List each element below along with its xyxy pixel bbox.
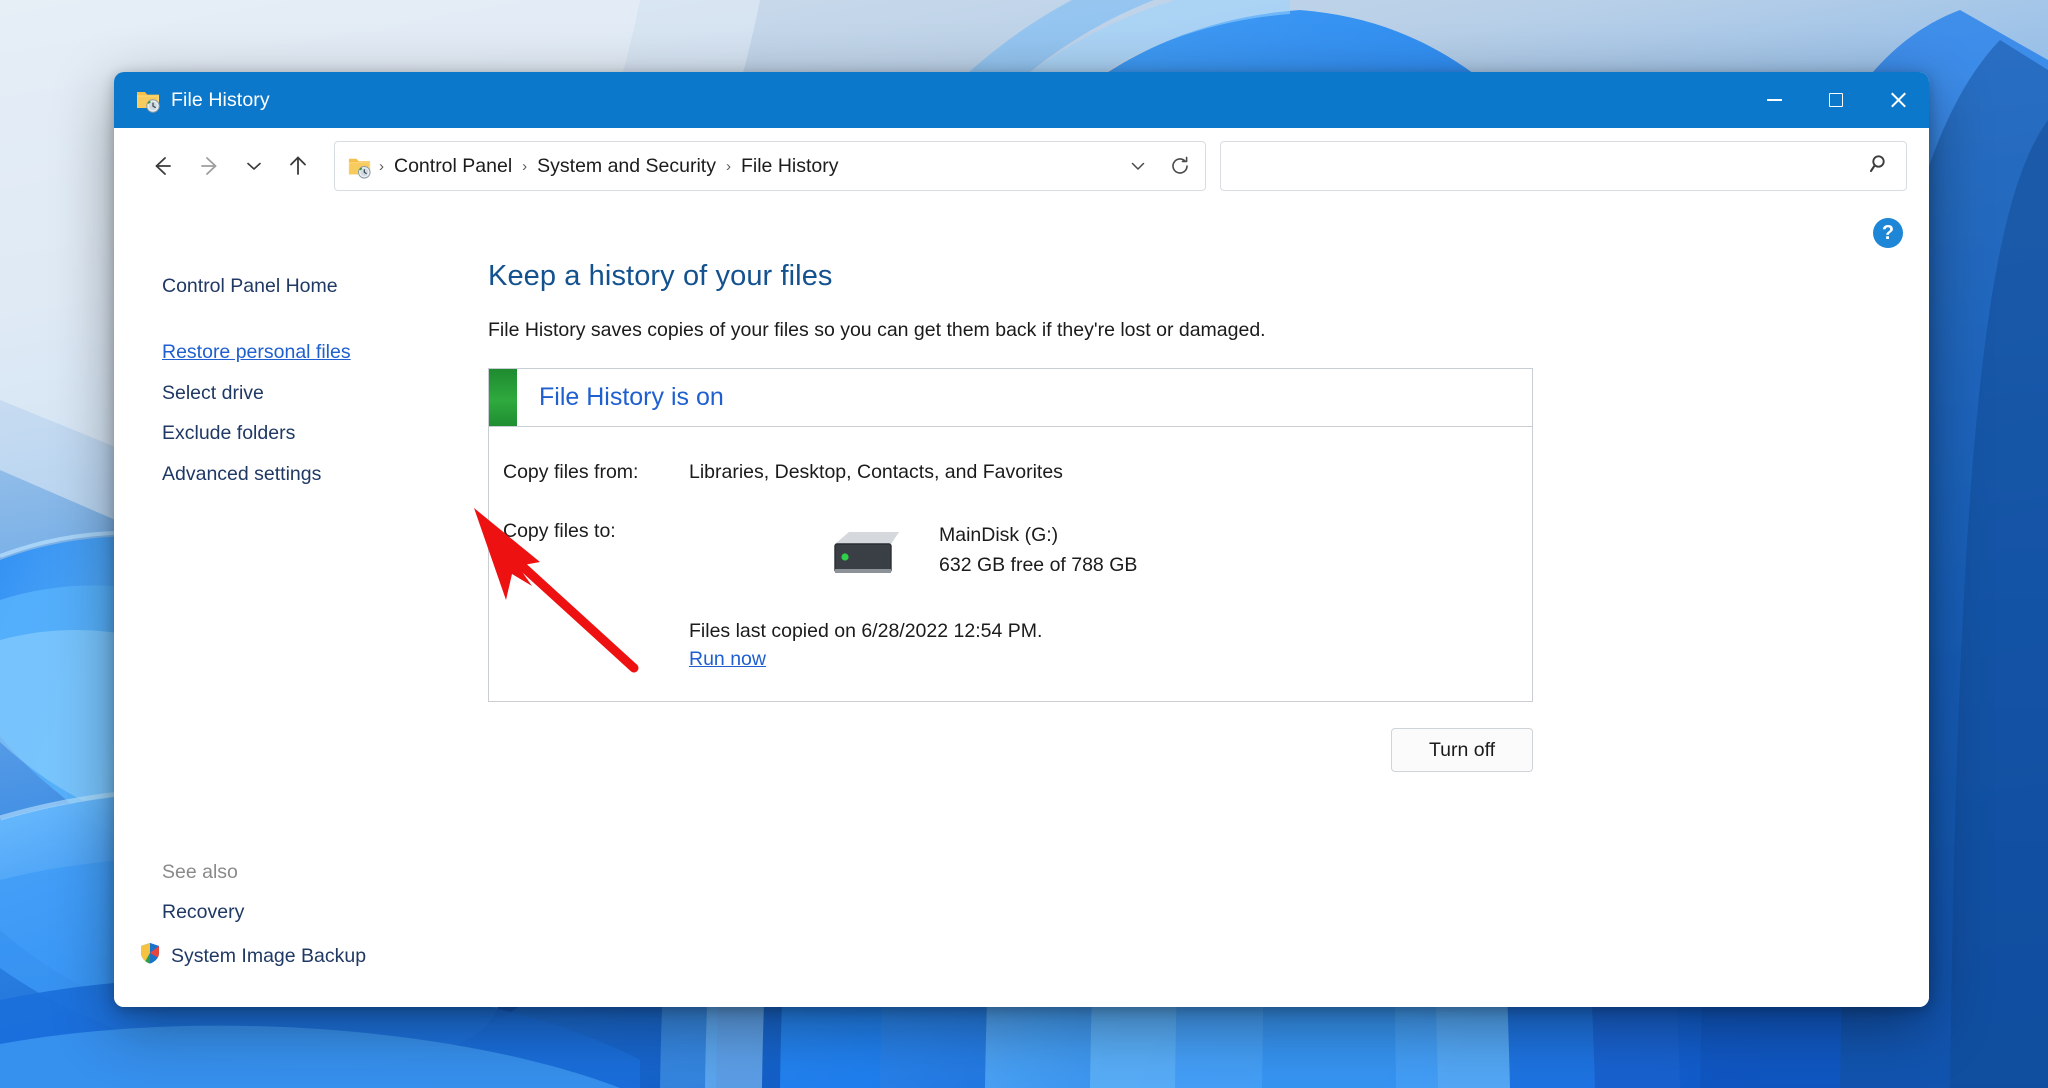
- desktop: File History › Control Panel › System an…: [0, 0, 2048, 1088]
- sidebar-item-system-image-backup[interactable]: System Image Backup: [114, 933, 466, 979]
- search-box[interactable]: [1220, 141, 1907, 191]
- shield-icon: [138, 941, 162, 971]
- drive-info: MainDisk (G:) 632 GB free of 788 GB: [939, 520, 1137, 580]
- status-title: File History is on: [539, 383, 724, 411]
- breadcrumb: › Control Panel › System and Security › …: [376, 150, 1117, 183]
- breadcrumb-separator-0: ›: [379, 157, 384, 175]
- breadcrumb-item-system-and-security[interactable]: System and Security: [530, 150, 723, 183]
- maximize-icon: [1829, 93, 1843, 107]
- forward-button[interactable]: [186, 142, 234, 190]
- status-body: Copy files from: Libraries, Desktop, Con…: [489, 427, 1532, 701]
- arrow-left-icon: [155, 157, 171, 175]
- status-indicator: [489, 369, 517, 426]
- see-also-label: See also: [162, 861, 238, 884]
- refresh-button[interactable]: [1159, 145, 1201, 187]
- last-copied-section: Files last copied on 6/28/2022 12:54 PM.…: [503, 620, 1502, 671]
- breadcrumb-item-file-history[interactable]: File History: [734, 150, 846, 183]
- recent-locations-button[interactable]: [234, 142, 274, 190]
- search-icon[interactable]: [1868, 152, 1892, 181]
- action-button-row: Turn off: [488, 728, 1533, 772]
- copy-files-from-value: Libraries, Desktop, Contacts, and Favori…: [689, 461, 1063, 483]
- chevron-down-icon: [247, 162, 261, 170]
- last-copied-text: Files last copied on 6/28/2022 12:54 PM.: [689, 620, 1043, 642]
- address-dropdown-button[interactable]: [1117, 145, 1159, 187]
- breadcrumb-separator-2: ›: [725, 157, 731, 175]
- page-description: File History saves copies of your files …: [488, 319, 1266, 341]
- folder-history-icon: [135, 87, 161, 113]
- status-panel: File History is on Copy files from: Libr…: [488, 368, 1533, 702]
- sidebar-item-label: System Image Backup: [171, 944, 367, 967]
- main-content: ? Keep a history of your files File Hist…: [466, 204, 1929, 1007]
- sidebar-item-recovery[interactable]: Recovery: [114, 892, 466, 932]
- minimize-icon: [1766, 99, 1782, 101]
- titlebar-left: File History: [114, 87, 270, 113]
- drive-capacity: 632 GB free of 788 GB: [939, 554, 1138, 577]
- chevron-down-icon: [1131, 162, 1145, 170]
- file-history-window: File History › Control Panel › System an…: [114, 72, 1929, 1007]
- breadcrumb-item-control-panel[interactable]: Control Panel: [387, 150, 519, 183]
- copy-files-to-label: Copy files to:: [503, 520, 616, 542]
- breadcrumb-folder-history-icon: [347, 154, 372, 179]
- window-controls: [1743, 72, 1929, 128]
- sidebar-item-advanced-settings[interactable]: Advanced settings: [114, 454, 466, 494]
- copy-files-to-row: Copy files to: MainDisk (G:) 632 GB free…: [503, 520, 1502, 584]
- copy-files-from-row: Copy files from: Libraries, Desktop, Con…: [503, 461, 1502, 484]
- refresh-icon: [1172, 156, 1188, 174]
- sidebar-item-select-drive[interactable]: Select drive: [114, 373, 466, 413]
- up-button[interactable]: [274, 142, 322, 190]
- maximize-button[interactable]: [1805, 72, 1867, 128]
- destination-drive: MainDisk (G:) 632 GB free of 788 GB: [689, 520, 1137, 584]
- window-titlebar[interactable]: File History: [114, 72, 1929, 128]
- page-title: Keep a history of your files: [488, 260, 833, 292]
- status-header: File History is on: [489, 369, 1532, 427]
- external-drive-icon: [829, 526, 905, 584]
- address-bar[interactable]: › Control Panel › System and Security › …: [334, 141, 1206, 191]
- sidebar: Control Panel Home Restore personal file…: [114, 204, 466, 1007]
- navigation-bar: › Control Panel › System and Security › …: [114, 128, 1929, 204]
- sidebar-item-restore-personal-files[interactable]: Restore personal files: [114, 332, 466, 372]
- search-input[interactable]: [1235, 155, 1868, 177]
- copy-files-from-label: Copy files from:: [503, 461, 639, 483]
- drive-name: MainDisk (G:): [939, 524, 1059, 546]
- run-now-link[interactable]: Run now: [689, 648, 766, 671]
- sidebar-item-control-panel-home[interactable]: Control Panel Home: [114, 266, 466, 306]
- turn-off-button[interactable]: Turn off: [1391, 728, 1533, 772]
- close-icon: [1890, 92, 1906, 108]
- sidebar-see-also-section: See also Recovery System Image Backup: [114, 853, 466, 1007]
- minimize-button[interactable]: [1743, 72, 1805, 128]
- window-title: File History: [171, 88, 270, 111]
- arrow-up-icon: [290, 156, 306, 175]
- help-button[interactable]: ?: [1873, 218, 1903, 248]
- back-button[interactable]: [138, 142, 186, 190]
- close-button[interactable]: [1867, 72, 1929, 128]
- window-body: Control Panel Home Restore personal file…: [114, 204, 1929, 1007]
- breadcrumb-separator-1: ›: [522, 157, 528, 175]
- sidebar-item-exclude-folders[interactable]: Exclude folders: [114, 413, 466, 453]
- arrow-right-icon: [201, 157, 217, 175]
